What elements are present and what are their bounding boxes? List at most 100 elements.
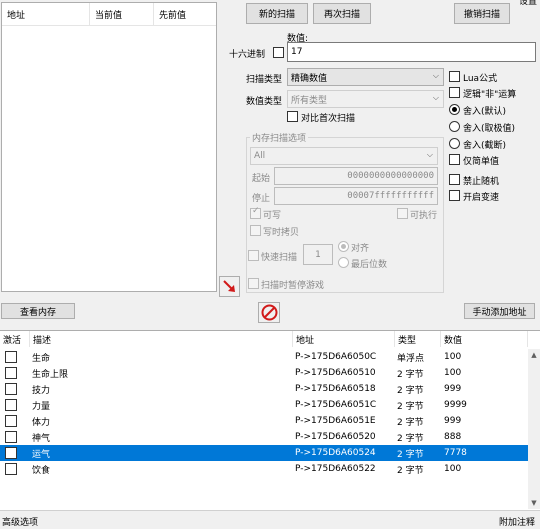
add-to-table-button[interactable] bbox=[219, 276, 240, 297]
next-scan-button[interactable]: 再次扫描 bbox=[313, 3, 371, 24]
round-extreme-radio[interactable] bbox=[449, 121, 460, 132]
active-checkbox[interactable] bbox=[5, 351, 17, 363]
active-checkbox[interactable] bbox=[5, 399, 17, 411]
table-row[interactable]: 神气 P->175D6A60520 2 字节 888 bbox=[0, 429, 528, 445]
active-checkbox[interactable] bbox=[5, 367, 17, 379]
th-type[interactable]: 类型 bbox=[395, 331, 441, 347]
check-icon: ✓ bbox=[252, 206, 260, 216]
memory-region-select[interactable]: All ⌵ bbox=[250, 147, 438, 165]
stop-address-input[interactable]: 00007fffffffffff bbox=[274, 187, 438, 205]
view-memory-button[interactable]: 查看内存 bbox=[1, 303, 75, 319]
address-table[interactable]: 激活 描述 地址 类型 数值 生命 P->175D6A6050C 单浮点 100 生命上… bbox=[0, 330, 540, 510]
table-scrollbar[interactable]: ▲ ▼ bbox=[528, 349, 540, 509]
row-description: 体力 bbox=[32, 417, 51, 428]
pause-game-checkbox[interactable] bbox=[248, 278, 259, 289]
table-row[interactable]: 体力 P->175D6A6051E 2 字节 999 bbox=[0, 413, 528, 429]
copy-on-write-checkbox[interactable] bbox=[250, 225, 261, 236]
fast-scan-label: 快速扫描 bbox=[261, 253, 298, 263]
truncate-radio[interactable] bbox=[449, 138, 460, 149]
found-col-current[interactable]: 当前值 bbox=[90, 3, 154, 25]
th-value[interactable]: 数值 bbox=[441, 331, 528, 347]
row-value: 999 bbox=[444, 384, 462, 394]
memory-region-value: All bbox=[254, 151, 266, 161]
found-col-previous[interactable]: 先前值 bbox=[154, 3, 216, 25]
round-default-radio[interactable] bbox=[449, 104, 460, 115]
arrow-down-right-icon bbox=[223, 280, 235, 292]
row-description: 生命上限 bbox=[32, 369, 69, 380]
found-col-address[interactable]: 地址 bbox=[2, 3, 90, 25]
compare-first-label: 对比首次扫描 bbox=[301, 114, 356, 124]
active-checkbox[interactable] bbox=[5, 447, 17, 459]
table-row[interactable]: 运气 P->175D6A60524 2 字节 7778 bbox=[0, 445, 528, 461]
active-checkbox[interactable] bbox=[5, 431, 17, 443]
align-radio[interactable] bbox=[338, 241, 349, 252]
not-logic-checkbox[interactable] bbox=[449, 87, 460, 98]
scan-type-label: 扫描类型 bbox=[246, 75, 283, 85]
row-description: 运气 bbox=[32, 449, 51, 460]
speedhack-label: 开启变速 bbox=[463, 193, 500, 203]
last-digits-radio[interactable] bbox=[338, 257, 349, 268]
table-row[interactable]: 力量 P->175D6A6051C 2 字节 9999 bbox=[0, 397, 528, 413]
scroll-up-icon[interactable]: ▲ bbox=[528, 349, 540, 361]
row-type: 2 字节 bbox=[397, 449, 424, 460]
value-input[interactable]: 17 bbox=[287, 42, 536, 62]
value-type-label: 数值类型 bbox=[246, 97, 283, 107]
compare-first-checkbox[interactable] bbox=[287, 111, 298, 122]
row-description: 生命 bbox=[32, 353, 51, 364]
fast-scan-value-input[interactable]: 1 bbox=[303, 244, 333, 265]
add-address-button[interactable]: 手动添加地址 bbox=[464, 303, 535, 319]
row-value: 100 bbox=[444, 368, 462, 378]
table-row[interactable]: 饮食 P->175D6A60522 2 字节 100 bbox=[0, 461, 528, 477]
lua-checkbox[interactable] bbox=[449, 71, 460, 82]
new-scan-button[interactable]: 新的扫描 bbox=[246, 3, 308, 24]
row-value: 888 bbox=[444, 432, 462, 442]
start-address-input[interactable]: 0000000000000000 bbox=[274, 167, 438, 185]
row-description: 力量 bbox=[32, 401, 51, 412]
simple-only-label: 仅简单值 bbox=[463, 157, 500, 167]
fast-scan-checkbox[interactable] bbox=[248, 250, 259, 261]
add-comment-link[interactable]: 附加注释 bbox=[499, 515, 535, 528]
status-bar: 高级选项 附加注释 bbox=[0, 510, 540, 529]
speedhack-checkbox[interactable] bbox=[449, 190, 460, 201]
active-checkbox[interactable] bbox=[5, 463, 17, 475]
scan-type-select[interactable]: 精确数值 ⌵ bbox=[287, 68, 444, 86]
row-address: P->175D6A6051C bbox=[295, 400, 377, 410]
executable-checkbox[interactable] bbox=[397, 208, 408, 219]
row-type: 2 字节 bbox=[397, 433, 424, 444]
copy-on-write-label: 写时拷贝 bbox=[263, 228, 300, 238]
row-type: 单浮点 bbox=[397, 353, 425, 364]
row-type: 2 字节 bbox=[397, 417, 424, 428]
found-address-list[interactable]: 地址 当前值 先前值 bbox=[1, 2, 217, 292]
hex-checkbox[interactable] bbox=[273, 47, 284, 58]
row-address: P->175D6A60524 bbox=[295, 448, 376, 458]
writable-checkbox[interactable]: ✓ bbox=[250, 206, 261, 219]
scroll-down-icon[interactable]: ▼ bbox=[528, 497, 540, 509]
th-address[interactable]: 地址 bbox=[293, 331, 395, 347]
settings-label[interactable]: 设置 bbox=[519, 0, 537, 7]
round-extreme-label: 舍入(取极值) bbox=[463, 124, 516, 134]
row-address: P->175D6A60510 bbox=[295, 368, 376, 378]
row-address: P->175D6A6051E bbox=[295, 416, 376, 426]
active-checkbox[interactable] bbox=[5, 383, 17, 395]
table-row[interactable]: 生命 P->175D6A6050C 单浮点 100 bbox=[0, 349, 528, 365]
row-address: P->175D6A6050C bbox=[295, 352, 377, 362]
clear-table-button[interactable] bbox=[258, 302, 280, 323]
no-random-checkbox[interactable] bbox=[449, 174, 460, 185]
writable-label: 可写 bbox=[263, 211, 282, 221]
table-row[interactable]: 技力 P->175D6A60518 2 字节 999 bbox=[0, 381, 528, 397]
th-description[interactable]: 描述 bbox=[30, 331, 293, 347]
row-value: 100 bbox=[444, 464, 462, 474]
active-checkbox[interactable] bbox=[5, 415, 17, 427]
value-type-select[interactable]: 所有类型 ⌵ bbox=[287, 90, 444, 108]
advanced-options-link[interactable]: 高级选项 bbox=[2, 515, 38, 528]
row-value: 999 bbox=[444, 416, 462, 426]
pause-game-label: 扫描时暂停游戏 bbox=[261, 281, 325, 291]
no-random-label: 禁止随机 bbox=[463, 177, 500, 187]
row-type: 2 字节 bbox=[397, 465, 424, 476]
not-logic-label: 逻辑"非"运算 bbox=[463, 90, 517, 100]
th-active[interactable]: 激活 bbox=[0, 331, 30, 347]
simple-only-checkbox[interactable] bbox=[449, 154, 460, 165]
table-row[interactable]: 生命上限 P->175D6A60510 2 字节 100 bbox=[0, 365, 528, 381]
undo-scan-button[interactable]: 撤销扫描 bbox=[454, 3, 510, 24]
round-default-label: 舍入(默认) bbox=[463, 107, 507, 117]
